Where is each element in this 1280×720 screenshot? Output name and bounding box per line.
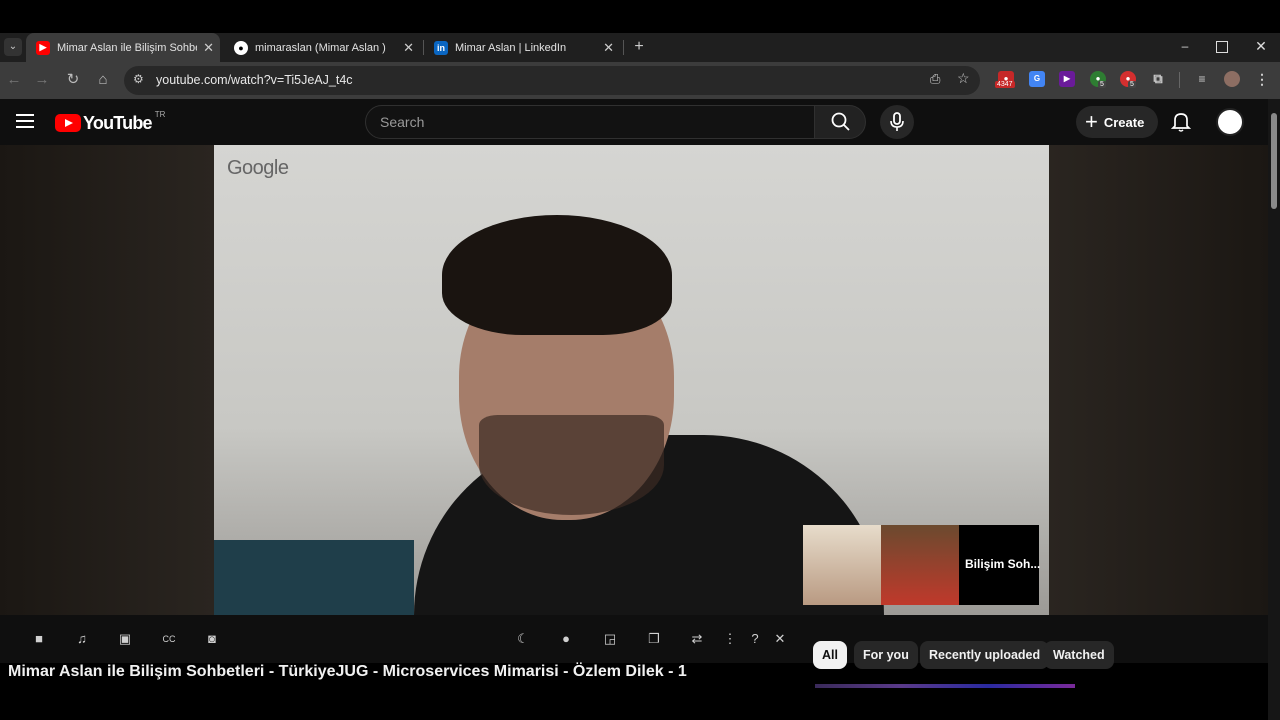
participant-video-2 <box>881 525 959 605</box>
video-title: Mimar Aslan ile Bilişim Sohbetleri - Tür… <box>8 663 687 680</box>
extension-purple-icon[interactable]: ▶ <box>1059 71 1075 87</box>
home-icon[interactable]: ⌂ <box>93 70 113 90</box>
url-text: youtube.com/watch?v=Ti5JeAJ_t4c <box>156 73 353 87</box>
chip-for-you[interactable]: For you <box>854 641 918 669</box>
site-info-icon[interactable]: ⚙ <box>133 72 144 86</box>
chip-watched[interactable]: Watched <box>1044 641 1114 669</box>
page-scrollbar[interactable] <box>1268 99 1280 720</box>
new-tab-icon[interactable]: + <box>631 38 647 56</box>
participant-name: Bilişim Soh... <box>965 557 1041 571</box>
search-box <box>365 105 815 139</box>
repeat-icon[interactable]: ⇄ <box>687 629 707 649</box>
lightbulb-icon[interactable]: ● <box>556 629 576 649</box>
browser-menu-icon[interactable]: ⋮ <box>1254 71 1270 87</box>
close-tab-icon[interactable]: ✕ <box>403 40 414 56</box>
chip-all[interactable]: All <box>813 641 847 669</box>
scrollbar-thumb[interactable] <box>1271 113 1277 209</box>
music-note-icon[interactable]: ♫ <box>72 629 92 649</box>
captions-icon[interactable]: CC <box>159 629 179 649</box>
tab-title: Mimar Aslan ile Bilişim Sohbetleri <box>57 41 197 54</box>
create-label: Create <box>1103 114 1145 130</box>
search-button[interactable] <box>814 105 866 139</box>
close-controls-icon[interactable]: ✕ <box>770 629 790 649</box>
restore-icon[interactable] <box>1216 41 1228 53</box>
tab-github[interactable]: ● mimaraslan (Mimar Aslan ) ✕ <box>224 33 420 62</box>
tab-title: Mimar Aslan | LinkedIn <box>455 41 567 54</box>
video-frame: Google Bilişim Soh... <box>214 145 1049 615</box>
account-avatar[interactable] <box>1216 108 1244 136</box>
recommendation-thumbnails-peek <box>815 684 1075 688</box>
video-camera-icon[interactable]: ■ <box>29 629 49 649</box>
participant-video-1 <box>803 525 881 605</box>
youtube-play-icon <box>55 114 81 132</box>
search-icon <box>831 112 850 131</box>
copy-icon[interactable]: ❐ <box>644 629 664 649</box>
tab-youtube[interactable]: ▶ Mimar Aslan ile Bilişim Sohbetleri ✕ <box>26 33 220 62</box>
tab-strip: ⌄ ▶ Mimar Aslan ile Bilişim Sohbetleri ✕… <box>0 33 1280 62</box>
plus-icon: + <box>1085 109 1098 134</box>
create-button[interactable]: + Create <box>1076 106 1158 138</box>
tab-divider <box>623 40 624 55</box>
moon-icon[interactable]: ☾ <box>513 629 533 649</box>
participant-thumbnail[interactable]: Bilişim Soh... <box>803 525 1041 605</box>
tab-title: mimaraslan (Mimar Aslan ) <box>255 41 386 54</box>
youtube-logo-text: YouTube <box>83 112 153 133</box>
extension-badge: 5 <box>1098 81 1106 88</box>
video-ambient-left <box>0 145 214 615</box>
video-player[interactable]: Google Bilişim Soh... <box>0 145 1268 615</box>
github-icon: ● <box>234 40 248 55</box>
youtube-logo[interactable]: YouTube TR <box>55 109 166 133</box>
more-options-icon[interactable]: ⋮ <box>720 629 740 649</box>
microphone-icon <box>890 112 904 131</box>
image-icon[interactable]: ▣ <box>115 629 135 649</box>
window-top-bar <box>0 0 1280 33</box>
voice-search-button[interactable] <box>880 105 914 139</box>
help-icon[interactable]: ? <box>745 629 765 649</box>
bookmark-star-icon[interactable]: ☆ <box>957 70 970 87</box>
extension-badge: 5 <box>1128 81 1136 88</box>
person-beard <box>479 415 664 515</box>
navigation-bar: ← → ↻ ⌂ ⚙ youtube.com/watch?v=Ti5JeAJ_t4… <box>0 62 1280 99</box>
reload-icon[interactable]: ↻ <box>63 70 83 90</box>
linkedin-icon: in <box>434 40 448 55</box>
extension-badge: 4347 <box>995 81 1015 88</box>
profile-avatar[interactable] <box>1224 71 1240 87</box>
extensions-puzzle-icon[interactable]: ⧉ <box>1150 71 1166 87</box>
google-watermark: Google <box>227 157 289 179</box>
forward-icon[interactable]: → <box>32 70 52 90</box>
minimize-icon[interactable]: – <box>1178 39 1192 53</box>
hamburger-menu-icon[interactable] <box>16 114 34 128</box>
tab-linkedin[interactable]: in Mimar Aslan | LinkedIn ✕ <box>424 33 620 62</box>
address-bar[interactable]: ⚙ youtube.com/watch?v=Ti5JeAJ_t4c ⎙ ☆ <box>124 66 980 95</box>
person-hair <box>442 215 672 335</box>
notifications-bell-icon[interactable] <box>1171 111 1191 133</box>
youtube-header: YouTube TR + Create <box>0 99 1268 145</box>
search-input[interactable] <box>380 114 780 130</box>
translate-icon[interactable]: G <box>1029 71 1045 87</box>
media-queue-icon[interactable]: ≡ <box>1194 71 1210 87</box>
region-code: TR <box>154 109 166 119</box>
youtube-icon: ▶ <box>36 40 50 55</box>
couch <box>214 540 414 615</box>
camera-snapshot-icon[interactable]: ◙ <box>202 629 222 649</box>
back-icon[interactable]: ← <box>4 70 24 90</box>
close-tab-icon[interactable]: ✕ <box>603 40 614 56</box>
chip-recently-uploaded[interactable]: Recently uploaded <box>920 641 1050 669</box>
install-app-icon[interactable]: ⎙ <box>930 71 940 87</box>
video-ambient-right <box>1049 145 1268 615</box>
close-window-icon[interactable]: ✕ <box>1254 38 1268 54</box>
toolbar-divider <box>1179 72 1180 88</box>
tab-search-chevron-icon[interactable]: ⌄ <box>4 38 22 56</box>
close-tab-icon[interactable]: ✕ <box>203 40 214 56</box>
picture-in-picture-icon[interactable]: ◲ <box>600 629 620 649</box>
